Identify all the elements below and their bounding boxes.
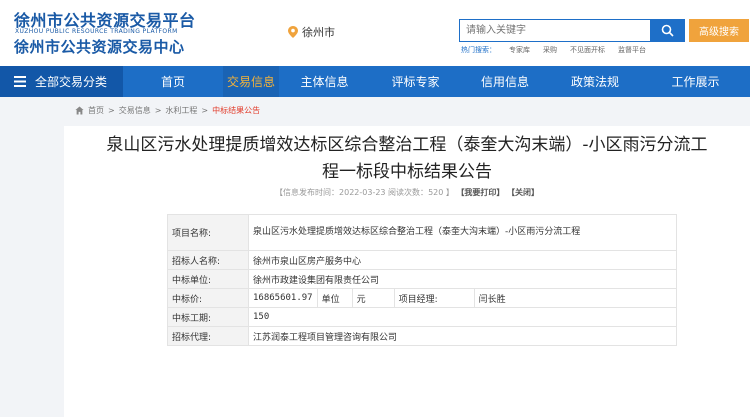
- breadcrumb-separator: >: [108, 106, 115, 115]
- table-value-tenderer: 徐州市泉山区房产服务中心: [248, 250, 677, 270]
- award-info-table: 项目名称: 泉山区污水处理提质增效达标区综合整治工程（泰奎大沟末端）-小区雨污分…: [167, 214, 678, 346]
- logo-subtitle-en: XUZHOU PUBLIC RESOURCE TRADING PLATFORM: [15, 28, 178, 35]
- breadcrumb-current: 中标结果公告: [212, 106, 261, 115]
- table-label: 招标人名称:: [167, 250, 249, 270]
- table-value-winner: 徐州市政建设集团有限责任公司: [248, 269, 677, 289]
- location-pin-icon: [288, 26, 298, 38]
- table-row: 中标单位: 徐州市政建设集团有限责任公司: [167, 269, 677, 289]
- article-title: 泉山区污水处理提质增效达标区综合整治工程（泰奎大沟末端）-小区雨污分流工 程一标…: [64, 132, 750, 186]
- search-button[interactable]: [650, 19, 685, 42]
- location-label: 徐州市: [302, 26, 335, 39]
- table-label: 中标价:: [167, 288, 249, 308]
- search-icon: [661, 24, 674, 37]
- nav-all-label: 全部交易分类: [35, 75, 108, 89]
- table-label: 项目名称:: [167, 214, 249, 251]
- nav-item-experts[interactable]: 评标专家: [370, 66, 461, 97]
- close-button[interactable]: 【关闭】: [507, 188, 539, 197]
- table-value-project-name: 泉山区污水处理提质增效达标区综合整治工程（泰奎大沟末端）-小区雨污分流工程: [248, 214, 677, 251]
- hot-search-link[interactable]: 采购: [543, 45, 557, 55]
- table-label: 招标代理:: [167, 326, 249, 346]
- table-value-unit: 元: [351, 288, 395, 308]
- home-icon: [75, 106, 84, 115]
- table-value-manager: 闫长胜: [473, 288, 678, 308]
- meta-publish-label: 【信息发布时间：: [275, 188, 340, 197]
- hot-search-link[interactable]: 专家库: [509, 45, 530, 55]
- article-meta: 【信息发布时间：2022-03-23 阅读次数：520 】 【我要打印】 【关闭…: [64, 187, 750, 198]
- article-title-line: 程一标段中标结果公告: [322, 162, 492, 182]
- table-label: 中标单位:: [167, 269, 249, 289]
- main-nav: 全部交易分类 首页 交易信息 主体信息 评标专家 信用信息 政策法规 工作展示: [0, 66, 750, 97]
- search-input[interactable]: [459, 19, 650, 42]
- table-label-unit: 单位: [316, 288, 353, 308]
- nav-item-home[interactable]: 首页: [123, 66, 223, 97]
- breadcrumb-home[interactable]: 首页: [88, 105, 104, 116]
- nav-all-categories[interactable]: 全部交易分类: [0, 66, 123, 97]
- article-title-line: 泉山区污水处理提质增效达标区综合整治工程（泰奎大沟末端）-小区雨污分流工: [106, 135, 708, 155]
- breadcrumb-separator: >: [154, 106, 162, 115]
- advanced-search-button[interactable]: 高级搜索: [689, 19, 749, 42]
- table-row: 项目名称: 泉山区污水处理提质增效达标区综合整治工程（泰奎大沟末端）-小区雨污分…: [167, 214, 677, 251]
- meta-views-count: 520: [428, 188, 444, 197]
- hot-search-label: 热门搜索：: [461, 46, 496, 54]
- logo-center-name: 徐州市公共资源交易中心: [14, 38, 185, 56]
- hot-search-link[interactable]: 不见面开标: [570, 45, 605, 55]
- table-row: 中标工期: 150: [167, 307, 677, 327]
- table-value-period: 150: [248, 307, 677, 327]
- hot-search-bar: 热门搜索： 专家库 采购 不见面开标 监督平台: [461, 45, 646, 55]
- table-row: 招标人名称: 徐州市泉山区房产服务中心: [167, 250, 677, 270]
- table-label: 中标工期:: [167, 307, 249, 327]
- meta-views-label: 阅读次数：: [385, 188, 429, 197]
- breadcrumb: 首页 > 交易信息 > 水利工程 > 中标结果公告: [75, 105, 260, 116]
- menu-icon: [14, 76, 26, 87]
- hot-search-link[interactable]: 监督平台: [618, 45, 646, 55]
- article-card: 泉山区污水处理提质增效达标区综合整治工程（泰奎大沟末端）-小区雨污分流工 程一标…: [64, 126, 750, 417]
- nav-item-showcase[interactable]: 工作展示: [641, 66, 750, 97]
- nav-item-entity-info[interactable]: 主体信息: [279, 66, 370, 97]
- breadcrumb-water-projects[interactable]: 水利工程: [165, 105, 197, 116]
- nav-item-trading-info[interactable]: 交易信息: [223, 66, 279, 97]
- table-row: 中标价: 16865601.97 单位 元 项目经理: 闫长胜: [167, 288, 678, 308]
- nav-item-credit-info[interactable]: 信用信息: [461, 66, 549, 97]
- nav-item-policy[interactable]: 政策法规: [549, 66, 641, 97]
- print-button[interactable]: 【我要打印】: [456, 188, 504, 197]
- location-selector[interactable]: 徐州市: [288, 24, 335, 40]
- table-label-manager: 项目经理:: [393, 288, 475, 308]
- breadcrumb-separator: >: [201, 106, 209, 115]
- table-row: 招标代理: 江苏润泰工程项目管理咨询有限公司: [167, 326, 677, 346]
- table-value-agent: 江苏润泰工程项目管理咨询有限公司: [248, 326, 677, 346]
- site-header: 徐州市公共资源交易平台 XUZHOU PUBLIC RESOURCE TRADI…: [0, 0, 750, 66]
- meta-publish-date: 2022-03-23: [339, 188, 386, 197]
- table-value-price: 16865601.97: [248, 288, 318, 308]
- breadcrumb-trading-info[interactable]: 交易信息: [119, 105, 151, 116]
- meta-close-bracket: 】: [443, 188, 454, 197]
